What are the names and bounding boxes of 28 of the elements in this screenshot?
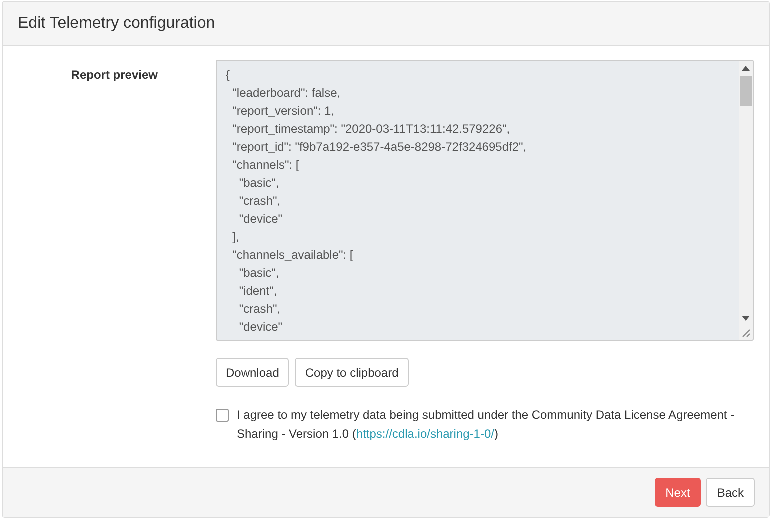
json-line: "report_version": 1, [232, 103, 336, 120]
json-line: "basic", [238, 265, 280, 282]
json-line: { [226, 67, 232, 84]
json-line: "basic", [238, 175, 280, 192]
json-line: "channels_available": [ [232, 247, 354, 264]
json-line: "device" [238, 319, 284, 336]
json-line: "crash", [238, 301, 282, 318]
scroll-thumb[interactable] [740, 76, 752, 106]
json-line: ], [232, 229, 240, 246]
window-title: Edit Telemetry configuration [18, 14, 216, 32]
agree-checkbox[interactable] [216, 409, 229, 422]
scroll-down-icon[interactable] [742, 316, 750, 321]
action-button[interactable]: Copy to clipboard [295, 358, 409, 387]
action-button[interactable]: Download [216, 358, 290, 387]
json-line: "channels": [ [232, 157, 300, 174]
resize-grip-icon[interactable] [741, 328, 751, 338]
report-preview-field[interactable] [216, 60, 754, 341]
agreement-text: I agree to my telemetry data being submitted under the Community Data License Agreement - Sharing - Version 1.0 (https://cdla.io/sharing-1-0/) [237, 407, 736, 443]
field-label: Report preview [70, 67, 158, 84]
json-line: "report_timestamp": "2020-03-11T13:11:42.579226", [232, 121, 512, 138]
footer-button[interactable]: Back [706, 478, 755, 507]
json-line: "crash", [238, 193, 282, 210]
scrollbar[interactable] [739, 61, 753, 340]
json-line: "leaderboard": false, [232, 85, 342, 102]
scroll-up-icon[interactable] [742, 66, 750, 71]
json-line: "device" [238, 211, 284, 228]
json-line: "report_id": "f9b7a192-e357-4a5e-8298-72f324695df2", [232, 139, 528, 156]
json-line: "ident", [238, 283, 278, 300]
